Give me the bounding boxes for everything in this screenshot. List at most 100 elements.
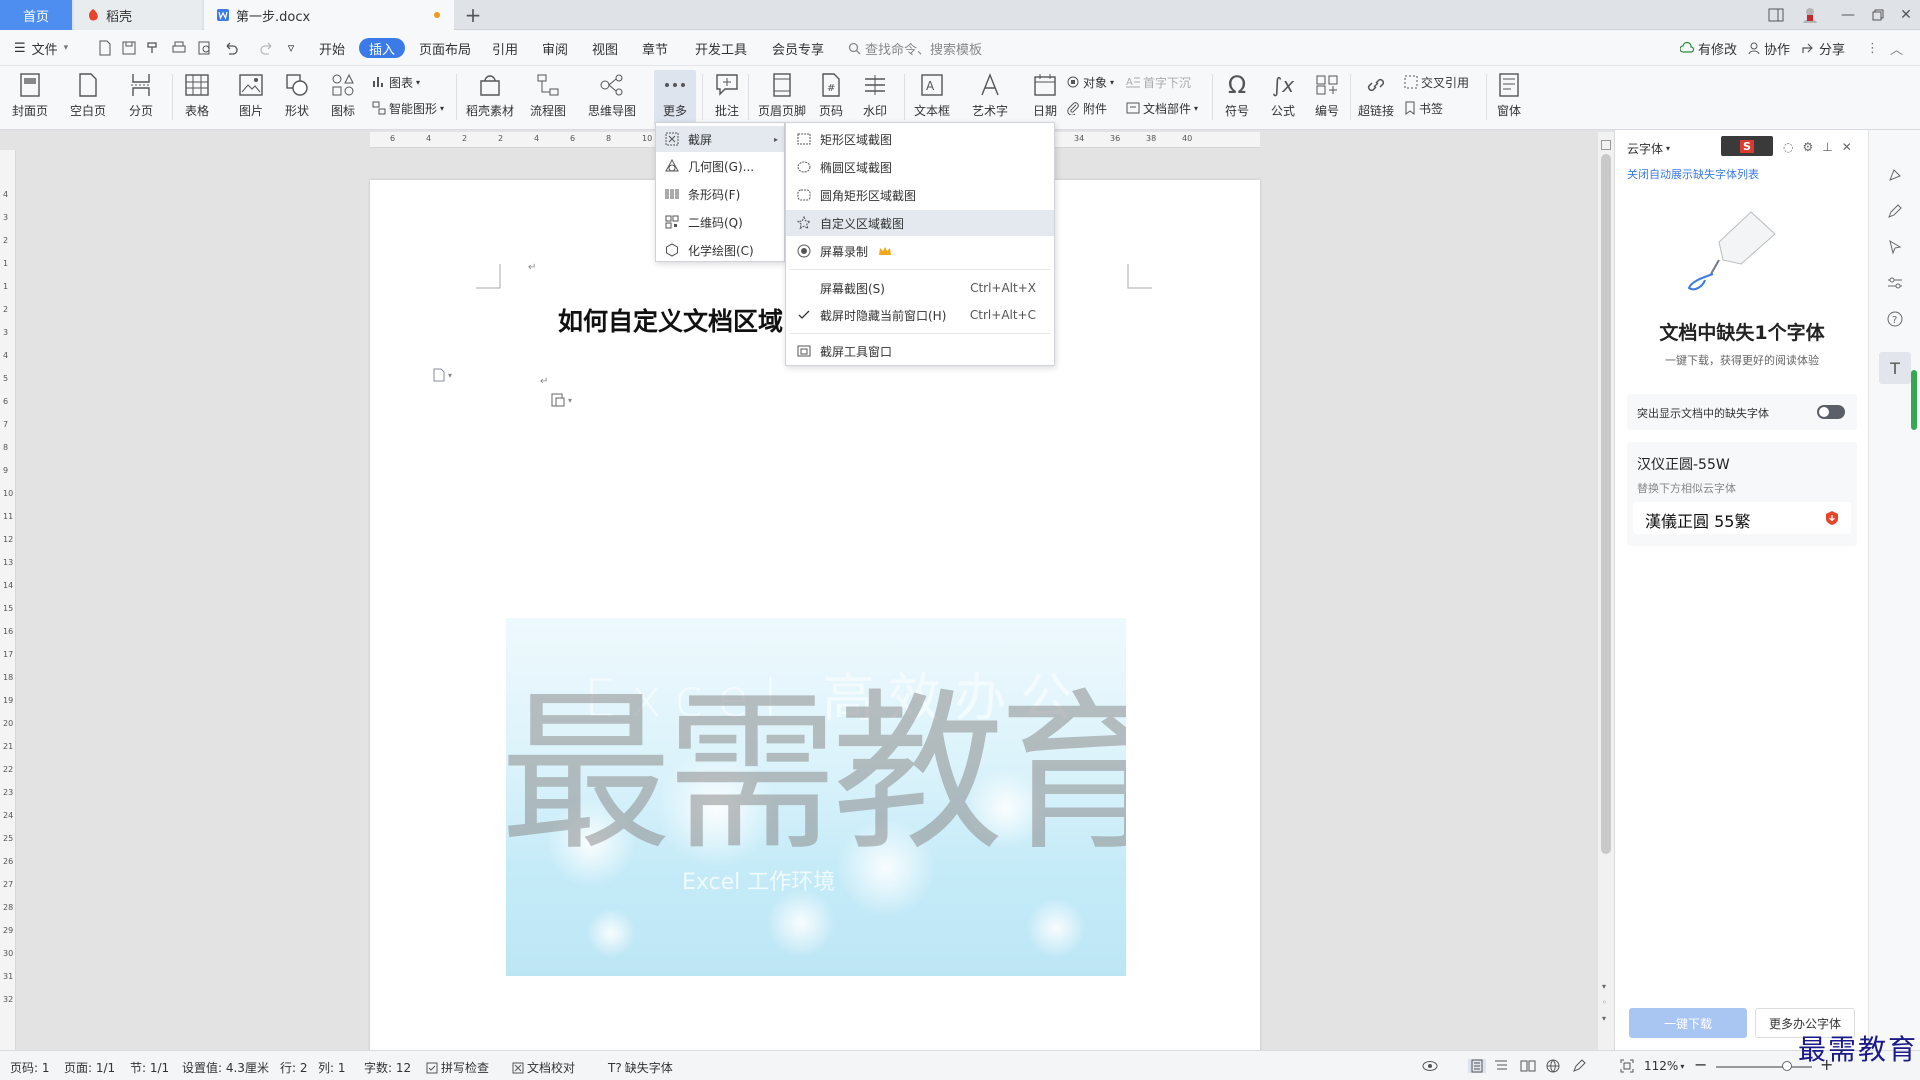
object-button[interactable]: 对象 ▾ [1066,72,1114,92]
hyperlink-button[interactable]: 超链接 [1358,70,1394,126]
minimize-icon[interactable]: — [1834,4,1862,26]
status-page-code[interactable]: 页码: 1 [10,1059,50,1076]
attachment-button[interactable]: 附件 [1066,98,1107,118]
eye-protect-icon[interactable] [1422,1059,1438,1073]
watermark-button[interactable]: 水印 [860,70,890,126]
document-title[interactable]: 如何自定义文档区域 [558,302,783,338]
collapse-ribbon-icon[interactable]: ︿ [1890,38,1903,58]
doc-proof-button[interactable]: 文档校对 [512,1059,575,1076]
new-doc-icon[interactable] [96,39,114,57]
download-font-icon[interactable] [1825,510,1839,526]
help-icon[interactable]: ? [1886,310,1904,328]
chat-icon[interactable]: ◌ [1783,140,1793,154]
close-icon[interactable]: ✕ [1892,4,1920,26]
hide-window-item[interactable]: 截屏时隐藏当前窗口(H) Ctrl+Alt+C [786,302,1054,328]
write-view-icon[interactable] [1572,1059,1586,1073]
close-auto-list-link[interactable]: 关闭自动展示缺失字体列表 [1627,166,1759,182]
menu-insert[interactable]: 插入 [359,38,406,58]
status-setting[interactable]: 设置值: 4.3厘米 [182,1059,269,1076]
formula-button[interactable]: ∫x 公式 [1268,70,1298,126]
reading-view-icon[interactable] [1520,1059,1536,1073]
comment-button[interactable]: 批注 [712,70,742,126]
one-click-download-button[interactable]: 一键下载 [1629,1008,1747,1038]
next-page-icon[interactable]: ▾ [1602,1014,1606,1023]
share-button[interactable]: 分享 [1802,38,1845,58]
more-options-icon[interactable]: ⋮ [1866,38,1879,58]
status-row[interactable]: 行: 2 [280,1059,308,1076]
date-button[interactable]: 日期 [1030,70,1060,126]
vertical-scrollbar[interactable]: ▾ ◦ ▾ [1598,132,1614,1050]
undo-icon[interactable] [222,39,240,57]
more-menu-chemistry[interactable]: 化学绘图(C) [656,237,754,263]
menu-review[interactable]: 审阅 [542,38,568,58]
more-button[interactable]: 更多 [654,70,696,126]
custom-screenshot-item[interactable]: 自定义区域截图 [786,210,1054,236]
table-button[interactable]: 表格 [182,70,212,126]
menu-chapter[interactable]: 章节 [642,38,668,58]
split-icon[interactable] [1601,140,1611,150]
crossref-button[interactable]: 交叉引用 [1404,72,1469,92]
icon-button[interactable]: 图标 [328,70,358,126]
daoke-material-button[interactable]: 稻壳素材 [466,70,514,126]
rect-screenshot-item[interactable]: 矩形区域截图 [786,126,1054,152]
menu-references[interactable]: 引用 [492,38,518,58]
window-form-button[interactable]: 窗体 [1494,70,1524,126]
collab-button[interactable]: 协作 [1748,38,1790,58]
tab-document[interactable]: 第一步.docx [204,0,454,30]
settings-icon[interactable]: ⚙ [1802,140,1813,154]
prev-page-icon[interactable]: ◦ [1602,998,1607,1007]
pen-edit-icon[interactable] [1886,202,1904,220]
paste-options-icon[interactable]: ▾ [432,368,452,382]
full-screenshot-item[interactable]: 屏幕截图(S) Ctrl+Alt+X [786,275,1054,301]
tab-home[interactable]: 首页 [0,0,72,30]
scrollbar-thumb[interactable] [1601,154,1611,854]
more-menu-qrcode[interactable]: 二维码(Q) [656,209,743,235]
dropcap-button[interactable]: A 首字下沉 [1126,72,1191,92]
spell-check-button[interactable]: 拼写检查 [426,1059,489,1076]
cover-page-button[interactable]: 封面页 [12,70,48,126]
page-number-button[interactable]: # 页码 [816,70,846,126]
textbox-button[interactable]: A 文本框 [914,70,950,126]
menu-member[interactable]: 会员专享 [772,38,824,58]
numbering-button[interactable]: 编号 [1312,70,1342,126]
menu-view[interactable]: 视图 [592,38,618,58]
screen-record-item[interactable]: 屏幕录制 [786,238,1054,264]
status-page[interactable]: 页面: 1/1 [64,1059,115,1076]
similar-font-option[interactable]: 漢儀正圓 55繁 [1633,502,1851,534]
blank-page-button[interactable]: 空白页 [70,70,106,126]
outline-view-icon[interactable] [1494,1059,1508,1073]
more-menu-screenshot[interactable]: 截屏 ▸ [656,126,784,152]
bookmark-button[interactable]: 书签 [1404,98,1443,118]
more-menu-barcode[interactable]: 条形码(F) [656,181,740,207]
pin-icon[interactable]: ⊥ [1822,140,1832,154]
vertical-ruler[interactable]: 4 3 2 1 1 2 3 4 5 6 7 8 9 10 11 12 13 14 15 16 17 18 19 20 21 22 2… [0,150,16,1050]
wordart-button[interactable]: 艺术字 [972,70,1008,126]
ime-toolbar[interactable]: S [1721,136,1773,156]
format-painter-icon[interactable] [144,39,162,57]
header-footer-button[interactable]: 页眉页脚 [758,70,806,126]
missing-font-button[interactable]: T? 缺失字体 [608,1059,673,1076]
select-cursor-icon[interactable] [1886,238,1904,256]
chart-button[interactable]: 图表 ▾ [372,72,420,92]
more-menu-geometry[interactable]: 几何图(G)... [656,153,754,179]
command-search[interactable]: 查找命令、搜索模板 [848,38,982,58]
mindmap-button[interactable]: 思维导图 [588,70,636,126]
quick-access-more-icon[interactable]: ▿ [282,39,300,57]
save-icon[interactable] [120,39,138,57]
user-avatar[interactable] [1796,4,1824,26]
shape-button[interactable]: 形状 [282,70,312,126]
menu-developer[interactable]: 开发工具 [695,38,747,58]
web-view-icon[interactable] [1546,1059,1560,1073]
modified-button[interactable]: 有修改 [1680,38,1737,58]
print-icon[interactable] [170,39,188,57]
picture-button[interactable]: 图片 [236,70,266,126]
rounded-screenshot-item[interactable]: 圆角矩形区域截图 [786,182,1054,208]
panel-close-icon[interactable]: ✕ [1842,140,1852,154]
menu-page-layout[interactable]: 页面布局 [419,38,471,58]
clipboard-paste-icon[interactable]: ▾ [550,392,572,408]
adjust-sliders-icon[interactable] [1886,274,1904,292]
layout-icon[interactable] [1762,4,1790,26]
scroll-up-icon[interactable]: ▾ [1602,982,1606,991]
new-tab-button[interactable]: + [458,0,488,30]
zoom-dropdown[interactable]: 112% ▾ [1644,1059,1684,1073]
